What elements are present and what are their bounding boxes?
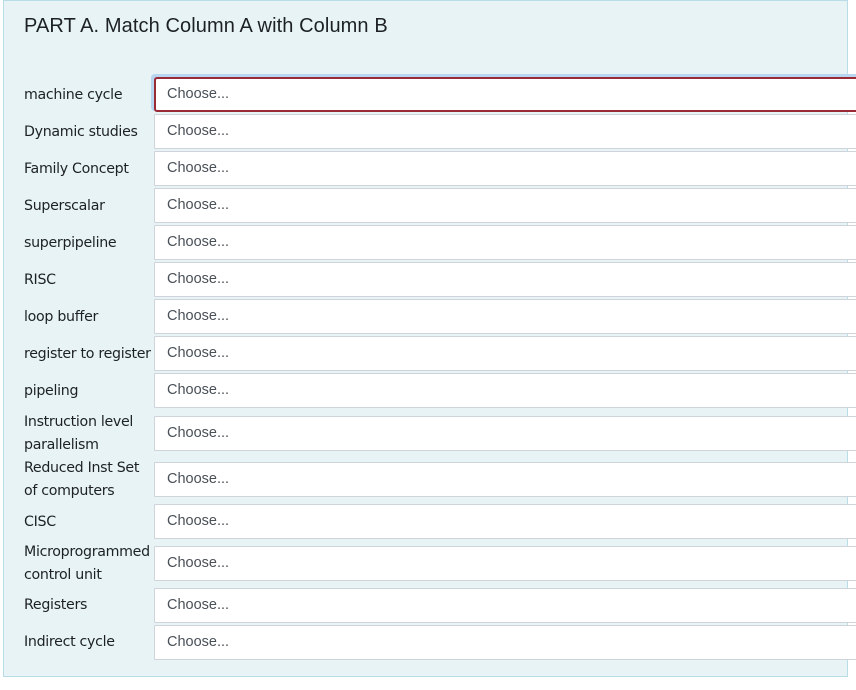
column-a-label: Family Concept xyxy=(24,161,129,177)
column-b-select[interactable]: Choose... xyxy=(154,462,856,497)
column-b-select[interactable]: Choose... xyxy=(154,188,856,223)
column-a-label: Dynamic studies xyxy=(24,124,138,140)
column-a-label: machine cycle xyxy=(24,87,123,103)
column-a-label: superpipeline xyxy=(24,235,117,251)
column-b-select[interactable]: Choose... xyxy=(154,151,856,186)
column-b-select[interactable]: Choose... xyxy=(154,114,856,149)
column-b-select[interactable]: Choose... xyxy=(154,299,856,334)
column-a-label: Registers xyxy=(24,597,88,613)
column-a-label: Reduced Inst Set of computers xyxy=(24,460,140,499)
column-b-select[interactable]: Choose... xyxy=(154,262,856,297)
column-b-select[interactable]: Choose... xyxy=(154,588,856,623)
column-b-select[interactable]: Choose... xyxy=(154,77,856,112)
column-a-label: RISC xyxy=(24,272,56,288)
column-a-label: Indirect cycle xyxy=(24,634,115,650)
column-b-select[interactable]: Choose... xyxy=(154,373,856,408)
column-b-select[interactable]: Choose... xyxy=(154,336,856,371)
column-a-label: Microprogrammed control unit xyxy=(24,544,150,583)
column-b-select[interactable]: Choose... xyxy=(154,546,856,581)
column-a-label: loop buffer xyxy=(24,309,99,325)
question-title: PART A. Match Column A with Column B xyxy=(24,15,388,37)
column-b-select[interactable]: Choose... xyxy=(154,625,856,660)
column-a-label: pipeling xyxy=(24,383,79,399)
column-a-label: Instruction level parallelism xyxy=(24,414,134,453)
column-b-select[interactable]: Choose... xyxy=(154,416,856,451)
column-b-select[interactable]: Choose... xyxy=(154,504,856,539)
column-a-label: Superscalar xyxy=(24,198,105,214)
column-b-select[interactable]: Choose... xyxy=(154,225,856,260)
column-a-label: CISC xyxy=(24,514,56,530)
column-a-label: register to register xyxy=(24,346,151,362)
